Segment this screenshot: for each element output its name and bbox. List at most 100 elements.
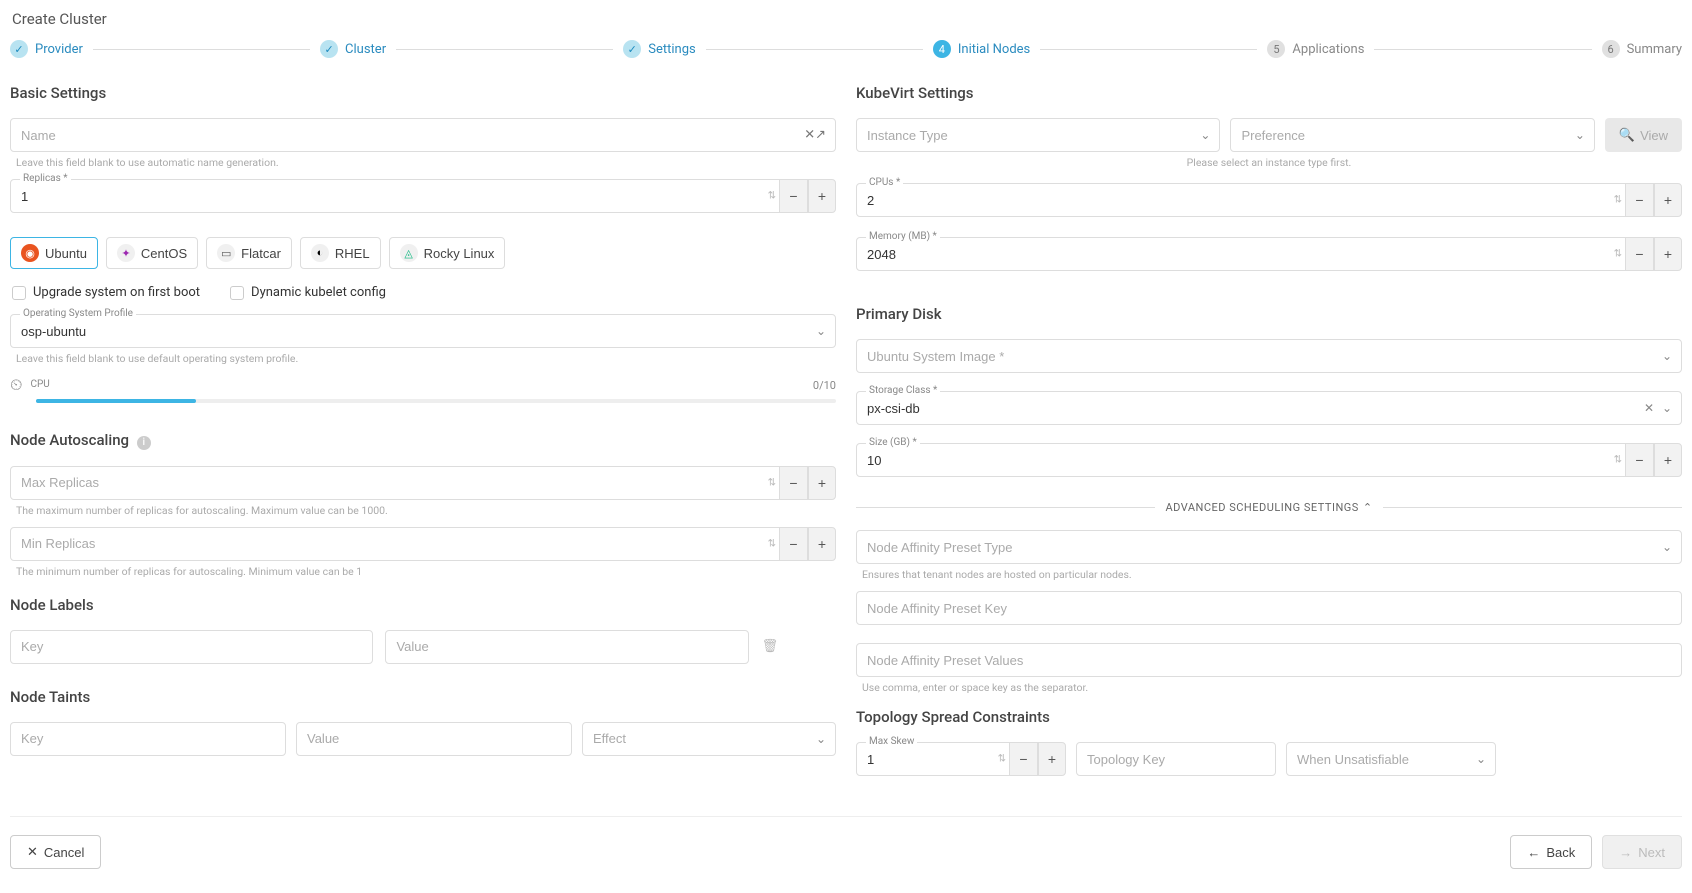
close-icon: ✕ <box>27 844 38 860</box>
when-unsatisfiable-select[interactable] <box>1286 742 1496 776</box>
os-rhel-button[interactable]: ◐ RHEL <box>300 237 381 269</box>
cpus-increment-button[interactable]: + <box>1654 183 1682 217</box>
affinity-type-field[interactable]: ⌄ <box>856 530 1682 564</box>
instance-type-select[interactable] <box>856 118 1220 152</box>
affinity-key-input[interactable] <box>856 591 1682 625</box>
trash-icon[interactable]: 🗑 <box>761 639 779 654</box>
topology-key-input[interactable] <box>1076 742 1276 776</box>
storage-class-select[interactable] <box>856 391 1682 425</box>
step-divider <box>706 49 923 50</box>
max-replicas-field: ⇅ − + <box>10 466 836 500</box>
taint-value-input[interactable] <box>296 722 572 756</box>
system-image-field[interactable]: ⌄ <box>856 339 1682 373</box>
check-icon: ✓ <box>320 40 338 58</box>
memory-decrement-button[interactable]: − <box>1626 237 1654 271</box>
osp-label: Operating System Profile <box>20 308 136 319</box>
primary-disk-heading: Primary Disk <box>856 305 1682 323</box>
disk-size-decrement-button[interactable]: − <box>1626 443 1654 477</box>
os-rocky-button[interactable]: ◬ Rocky Linux <box>389 237 506 269</box>
step-number-icon: 6 <box>1602 40 1620 58</box>
affinity-type-select[interactable] <box>856 530 1682 564</box>
step-settings[interactable]: ✓ Settings <box>623 40 695 58</box>
disk-size-label: Size (GB) * <box>866 437 920 448</box>
memory-label: Memory (MB) * <box>866 231 940 242</box>
min-replicas-input[interactable] <box>10 527 780 561</box>
back-button[interactable]: ← Back <box>1510 835 1592 869</box>
chevron-up-icon: ⌃ <box>1363 501 1373 514</box>
checkbox-icon <box>12 286 26 300</box>
step-initial-nodes[interactable]: 4 Initial Nodes <box>933 40 1030 58</box>
dynamic-kubelet-checkbox[interactable]: Dynamic kubelet config <box>230 285 386 300</box>
step-number-icon: 5 <box>1267 40 1285 58</box>
storage-class-field[interactable]: Storage Class * ✕ ⌄ <box>856 391 1682 425</box>
clear-icon[interactable]: ✕ <box>1644 401 1654 415</box>
step-divider <box>93 49 310 50</box>
taint-key-input[interactable] <box>10 722 286 756</box>
step-divider <box>396 49 613 50</box>
advanced-settings-toggle[interactable]: ADVANCED SCHEDULING SETTINGS ⌃ <box>856 501 1682 514</box>
replicas-field: Replicas * ⇅ − + <box>10 179 836 213</box>
replicas-input[interactable] <box>10 179 780 213</box>
os-options: ◉ Ubuntu ✦ CentOS ▭ Flatcar ◐ RHEL ◬ Roc… <box>10 237 836 269</box>
preference-select[interactable] <box>1230 118 1594 152</box>
os-centos-button[interactable]: ✦ CentOS <box>106 237 198 269</box>
system-image-select[interactable] <box>856 339 1682 373</box>
label-value-input[interactable] <box>385 630 748 664</box>
when-unsatisfiable-field[interactable]: ⌄ <box>1286 742 1496 776</box>
step-cluster[interactable]: ✓ Cluster <box>320 40 386 58</box>
memory-input[interactable] <box>856 237 1626 271</box>
osp-select[interactable] <box>10 314 836 348</box>
step-number-icon: 4 <box>933 40 951 58</box>
min-replicas-increment-button[interactable]: + <box>808 527 836 561</box>
os-ubuntu-button[interactable]: ◉ Ubuntu <box>10 237 98 269</box>
osp-field[interactable]: Operating System Profile ⌄ <box>10 314 836 348</box>
min-replicas-decrement-button[interactable]: − <box>780 527 808 561</box>
instance-type-field: ⌄ <box>856 118 1220 152</box>
max-skew-decrement-button[interactable]: − <box>1010 742 1038 776</box>
arrow-left-icon: ← <box>1527 845 1540 860</box>
max-replicas-decrement-button[interactable]: − <box>780 466 808 500</box>
cpu-usage: 0/10 <box>813 379 836 392</box>
max-skew-field: Max Skew ⇅ − + <box>856 742 1066 776</box>
ubuntu-icon: ◉ <box>21 244 39 262</box>
affinity-values-input[interactable] <box>856 643 1682 677</box>
next-button: → Next <box>1602 835 1682 869</box>
affinity-key-field <box>856 591 1682 625</box>
name-input[interactable] <box>10 118 836 152</box>
view-button: 🔍 View <box>1605 118 1682 152</box>
preference-hint: Please select an instance type first. <box>856 156 1682 169</box>
gauge-icon: ⏲ <box>10 375 22 395</box>
shuffle-icon[interactable]: ✕↗ <box>804 128 826 143</box>
arrow-right-icon: → <box>1619 845 1632 860</box>
cancel-button[interactable]: ✕ Cancel <box>10 835 101 869</box>
replicas-increment-button[interactable]: + <box>808 179 836 213</box>
osp-hint: Leave this field blank to use default op… <box>16 352 836 365</box>
cpus-decrement-button[interactable]: − <box>1626 183 1654 217</box>
max-replicas-input[interactable] <box>10 466 780 500</box>
replicas-decrement-button[interactable]: − <box>780 179 808 213</box>
storage-class-label: Storage Class * <box>866 385 940 396</box>
label-key-input[interactable] <box>10 630 373 664</box>
step-provider[interactable]: ✓ Provider <box>10 40 83 58</box>
stepper: ✓ Provider ✓ Cluster ✓ Settings 4 Initia… <box>10 40 1682 58</box>
os-flatcar-button[interactable]: ▭ Flatcar <box>206 237 292 269</box>
max-skew-increment-button[interactable]: + <box>1038 742 1066 776</box>
check-icon: ✓ <box>10 40 28 58</box>
step-divider <box>1040 49 1257 50</box>
cpus-input[interactable] <box>856 183 1626 217</box>
upgrade-on-boot-checkbox[interactable]: Upgrade system on first boot <box>12 285 200 300</box>
disk-size-input[interactable] <box>856 443 1626 477</box>
affinity-values-hint: Use comma, enter or space key as the sep… <box>862 681 1682 694</box>
cpu-progress-bar <box>36 399 836 403</box>
cpus-label: CPUs * <box>866 177 903 188</box>
name-hint: Leave this field blank to use automatic … <box>16 156 836 169</box>
info-icon[interactable]: i <box>137 436 151 450</box>
memory-increment-button[interactable]: + <box>1654 237 1682 271</box>
max-replicas-increment-button[interactable]: + <box>808 466 836 500</box>
max-skew-input[interactable] <box>856 742 1010 776</box>
min-replicas-field: ⇅ − + <box>10 527 836 561</box>
max-skew-label: Max Skew <box>866 736 917 747</box>
disk-size-increment-button[interactable]: + <box>1654 443 1682 477</box>
taint-effect-select[interactable] <box>582 722 836 756</box>
rhel-icon: ◐ <box>311 244 329 262</box>
